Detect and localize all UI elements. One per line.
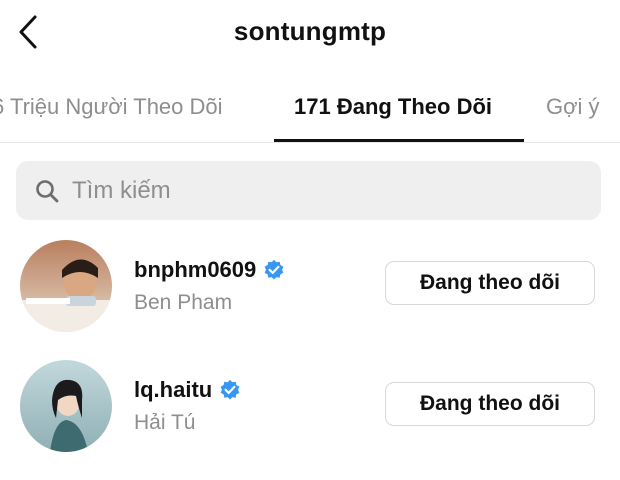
search-icon [36, 179, 59, 202]
avatar[interactable] [20, 360, 112, 452]
avatar[interactable] [20, 240, 112, 332]
avatar-image [20, 360, 112, 452]
verified-badge-icon [220, 379, 240, 400]
following-button[interactable]: Đang theo dõi [385, 261, 595, 305]
search-placeholder: Tìm kiếm [72, 176, 171, 204]
username-text: lq.haitu [134, 377, 213, 402]
page-title: sontungmtp [233, 16, 387, 46]
username-text: bnphm0609 [134, 257, 257, 282]
full-name: Hải Tú [134, 411, 196, 434]
tab-followers[interactable]: 6 Triệu Người Theo Dõi [0, 94, 223, 120]
full-name: Ben Pham [134, 291, 233, 314]
active-tab-indicator [274, 139, 524, 142]
list-item[interactable]: lq.haitu Hải Tú Đang theo dõi [0, 353, 620, 463]
tab-suggested[interactable]: Gợi ý [546, 94, 600, 120]
avatar-image [20, 240, 112, 332]
list-item[interactable]: bnphm0609 Ben Pham Đang theo dõi [0, 233, 620, 343]
search-input[interactable]: Tìm kiếm [16, 161, 601, 220]
header-bar: sontungmtp [0, 0, 620, 68]
verified-badge-icon [264, 259, 284, 280]
tab-bar: 6 Triệu Người Theo Dõi 171 Đang Theo Dõi… [0, 80, 620, 143]
following-button[interactable]: Đang theo dõi [385, 382, 595, 426]
username[interactable]: lq.haitu [134, 377, 241, 403]
tab-following[interactable]: 171 Đang Theo Dõi [294, 94, 492, 120]
username[interactable]: bnphm0609 [134, 257, 285, 283]
